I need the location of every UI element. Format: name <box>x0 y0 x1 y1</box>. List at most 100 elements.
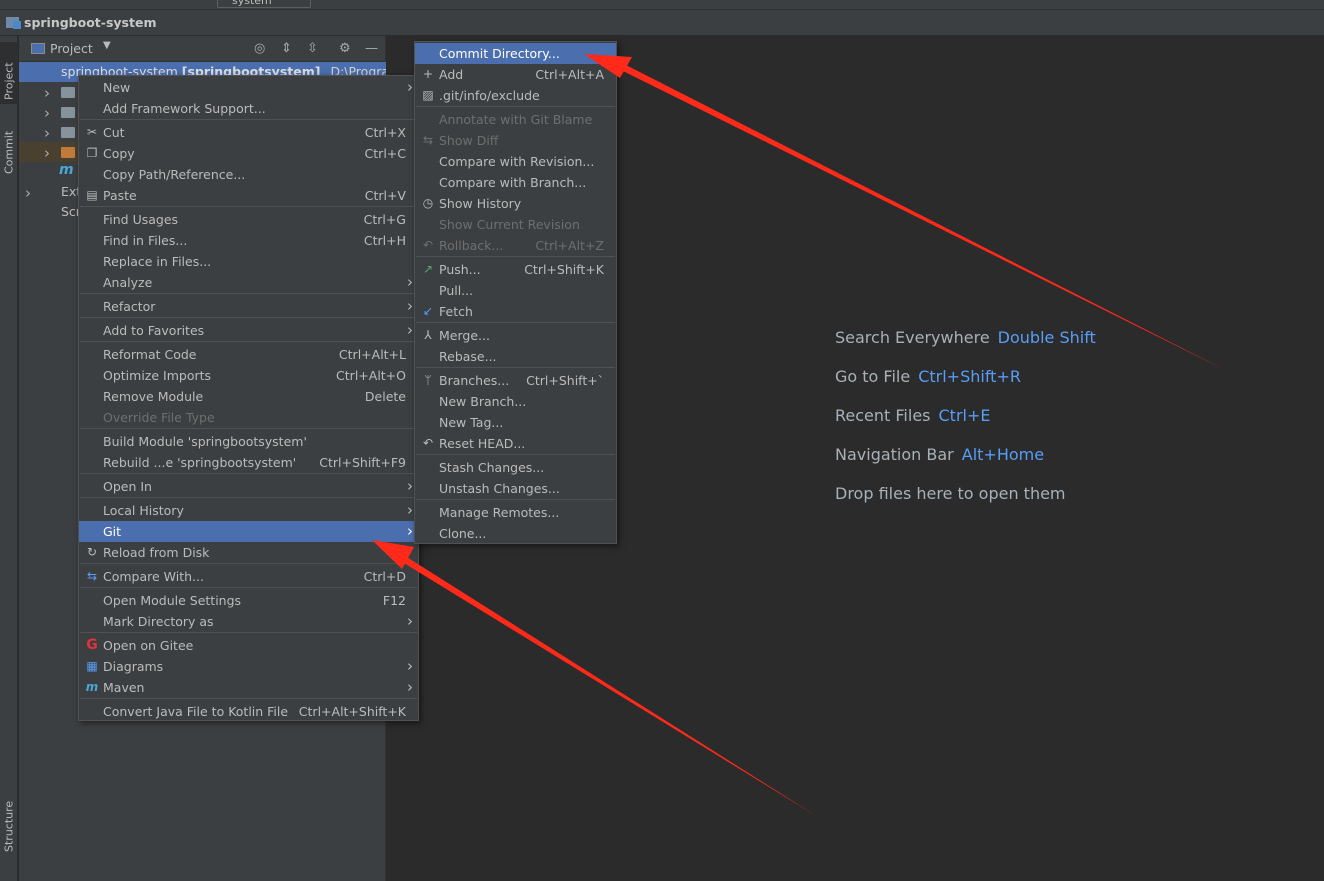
menu-separator <box>416 454 615 455</box>
menu-item-maven[interactable]: m Maven › <box>79 677 418 698</box>
expand-all-icon[interactable]: ⇕ <box>281 41 292 56</box>
menu-item-pull[interactable]: Pull... <box>415 280 616 301</box>
navigation-bar: springboot-system <box>0 10 1324 36</box>
menu-item-analyze[interactable]: Analyze › <box>79 272 418 293</box>
menu-item-label: Analyze <box>103 275 153 290</box>
menu-item-cut[interactable]: ✂ Cut Ctrl+X <box>79 122 418 143</box>
menu-item-rebuild-e-springbootsystem[interactable]: Rebuild ...e 'springbootsystem' Ctrl+Shif… <box>79 452 418 473</box>
hint-shortcut: Ctrl+Shift+R <box>918 367 1021 386</box>
menu-item-replace-in-files[interactable]: Replace in Files... <box>79 251 418 272</box>
folder-icon <box>61 87 75 98</box>
folder-icon <box>61 107 75 118</box>
menu-item-open-module-settings[interactable]: Open Module Settings F12 <box>79 590 418 611</box>
menu-item-open-on-gitee[interactable]: G Open on Gitee <box>79 635 418 656</box>
fetch-icon: ↙ <box>422 304 434 318</box>
menu-item-optimize-imports[interactable]: Optimize Imports Ctrl+Alt+O <box>79 365 418 386</box>
menu-separator <box>80 119 417 120</box>
menu-item-open-in[interactable]: Open In › <box>79 476 418 497</box>
menu-item-commit-directory[interactable]: Commit Directory... <box>415 43 616 64</box>
chevron-right-icon[interactable]: › <box>44 84 50 102</box>
menu-item-label: Add to Favorites <box>103 323 205 338</box>
menu-item-label: Override File Type <box>103 410 215 425</box>
menu-item-push[interactable]: ↗ Push... Ctrl+Shift+K <box>415 259 616 280</box>
chevron-down-icon[interactable]: ▼ <box>103 40 111 51</box>
menu-item-rebase[interactable]: Rebase... <box>415 346 616 367</box>
gitee-icon: G <box>86 637 98 653</box>
push-icon: ↗ <box>422 262 434 276</box>
menu-item-label: Branches... <box>439 373 510 388</box>
minimize-icon[interactable]: — <box>365 41 378 56</box>
menu-item-new-branch[interactable]: New Branch... <box>415 391 616 412</box>
menu-item-local-history[interactable]: Local History › <box>79 500 418 521</box>
menu-item-manage-remotes[interactable]: Manage Remotes... <box>415 502 616 523</box>
menu-item-add[interactable]: + Add Ctrl+Alt+A <box>415 64 616 85</box>
hint-text: Search Everywhere <box>835 328 990 347</box>
chevron-right-icon[interactable]: › <box>44 124 50 142</box>
menu-item-compare-with[interactable]: ⇆ Compare With... Ctrl+D <box>79 566 418 587</box>
menu-item-unstash-changes[interactable]: Unstash Changes... <box>415 478 616 499</box>
hint-shortcut: Double Shift <box>997 328 1096 347</box>
collapse-all-icon[interactable]: ⇳ <box>307 41 318 56</box>
menu-item-git-info-exclude[interactable]: ▨ .git/info/exclude <box>415 85 616 106</box>
menu-item-new-tag[interactable]: New Tag... <box>415 412 616 433</box>
plus-icon: + <box>422 67 434 81</box>
chevron-right-icon[interactable]: › <box>44 144 50 162</box>
menu-item-shortcut: Delete <box>364 389 406 404</box>
menu-item-label: Maven <box>103 680 145 695</box>
menu-item-add-to-favorites[interactable]: Add to Favorites › <box>79 320 418 341</box>
menu-item-build-module-springbootsystem[interactable]: Build Module 'springbootsystem' <box>79 431 418 452</box>
chevron-right-icon[interactable]: › <box>44 104 50 122</box>
menu-item-copy[interactable]: ❐ Copy Ctrl+C <box>79 143 418 164</box>
menu-item-show-history[interactable]: ◷ Show History <box>415 193 616 214</box>
menu-item-find-in-files[interactable]: Find in Files... Ctrl+H <box>79 230 418 251</box>
menu-item-label: Build Module 'springbootsystem' <box>103 434 307 449</box>
menu-item-mark-directory-as[interactable]: Mark Directory as › <box>79 611 418 632</box>
project-view-icon <box>31 43 45 54</box>
chevron-right-icon[interactable]: › <box>25 184 31 202</box>
structure-tool-tab[interactable]: Structure <box>0 786 18 856</box>
menu-item-clone[interactable]: Clone... <box>415 523 616 544</box>
menu-item-paste[interactable]: ▤ Paste Ctrl+V <box>79 185 418 206</box>
menu-item-merge[interactable]: ⅄ Merge... <box>415 325 616 346</box>
commit-tool-tab[interactable]: Commit <box>0 116 18 178</box>
menu-item-label: Find in Files... <box>103 233 188 248</box>
project-tab-label: Project <box>2 62 16 100</box>
menu-item-convert-java-file-to-kotlin-file[interactable]: Convert Java File to Kotlin File Ctrl+Alt… <box>79 701 418 722</box>
menu-item-compare-with-revision[interactable]: Compare with Revision... <box>415 151 616 172</box>
menu-item-label: Fetch <box>439 304 473 319</box>
menu-item-fetch[interactable]: ↙ Fetch <box>415 301 616 322</box>
project-tool-tab[interactable]: Project <box>0 42 18 104</box>
main-toolbar: system <box>0 0 1324 10</box>
project-breadcrumb[interactable]: springboot-system <box>24 15 156 30</box>
gear-icon[interactable]: ⚙ <box>339 41 351 56</box>
submenu-arrow-icon: › <box>407 78 413 96</box>
menu-item-shortcut: F12 <box>382 593 406 608</box>
menu-item-branches[interactable]: ᛘ Branches... Ctrl+Shift+` <box>415 370 616 391</box>
menu-item-diagrams[interactable]: ▦ Diagrams › <box>79 656 418 677</box>
menu-item-copy-path-reference[interactable]: Copy Path/Reference... <box>79 164 418 185</box>
menu-item-remove-module[interactable]: Remove Module Delete <box>79 386 418 407</box>
menu-item-show-diff: ⇆ Show Diff <box>415 130 616 151</box>
submenu-arrow-icon: › <box>407 477 413 495</box>
menu-item-new[interactable]: New › <box>79 77 418 98</box>
menu-item-label: Refactor <box>103 299 156 314</box>
menu-item-shortcut: Ctrl+G <box>363 212 406 227</box>
run-config-selector[interactable]: system <box>217 0 311 8</box>
menu-item-refactor[interactable]: Refactor › <box>79 296 418 317</box>
menu-item-reset-head[interactable]: ↶ Reset HEAD... <box>415 433 616 454</box>
menu-item-reformat-code[interactable]: Reformat Code Ctrl+Alt+L <box>79 344 418 365</box>
menu-item-label: Convert Java File to Kotlin File <box>103 704 289 719</box>
menu-item-git[interactable]: Git › <box>79 521 418 542</box>
hint-text: Go to File <box>835 367 911 386</box>
menu-item-find-usages[interactable]: Find Usages Ctrl+G <box>79 209 418 230</box>
menu-item-reload-from-disk[interactable]: ↻ Reload from Disk <box>79 542 418 563</box>
menu-item-compare-with-branch[interactable]: Compare with Branch... <box>415 172 616 193</box>
rollback-icon: ↶ <box>422 238 434 252</box>
menu-item-add-framework-support[interactable]: Add Framework Support... <box>79 98 418 119</box>
menu-separator <box>416 322 615 323</box>
locate-icon[interactable]: ◎ <box>254 41 265 56</box>
project-panel-title[interactable]: Project <box>50 41 93 56</box>
menu-item-stash-changes[interactable]: Stash Changes... <box>415 457 616 478</box>
submenu-arrow-icon: › <box>407 321 413 339</box>
menu-item-label: Push... <box>439 262 481 277</box>
